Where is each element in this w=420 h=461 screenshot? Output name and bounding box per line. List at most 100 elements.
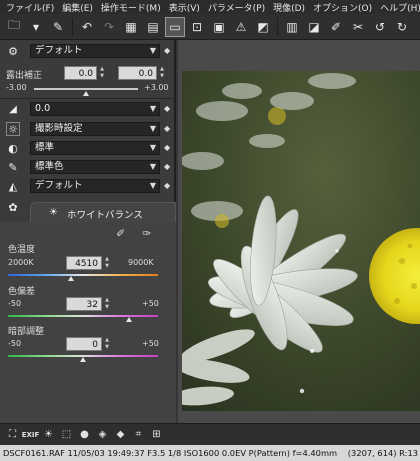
compare-icon[interactable]: ◪ [304,17,324,37]
exposure-slider-thumb[interactable] [83,91,89,96]
daisy-photo-image [182,71,420,411]
toolbar: 🗀 ▾ ✎ ↶ ↷ ▦ ▤ ▭ ⊡ ▣ ⚠ ◩ ▥ ◪ ✐ ✂ ↺ ↻ [0,14,420,40]
redo-icon[interactable]: ↷ [99,17,119,37]
shadow-input[interactable]: 0 [66,337,102,351]
crop-icon[interactable]: ⛶ [6,428,19,441]
color-temp-input[interactable]: 4510 [66,256,102,270]
rotate-left-icon[interactable]: ↺ [370,17,390,37]
white-balance-tab-label: ホワイトバランス [67,210,143,221]
menu-edit[interactable]: 編集(E) [58,1,97,14]
contrast-value: 0.0 [35,103,51,114]
tint-spin[interactable]: ▲ ▼ [104,297,110,311]
menu-option[interactable]: オプション(O) [309,1,376,14]
chevron-down-icon: ▼ [149,124,156,133]
diamond-icon[interactable]: ◆ [164,181,170,190]
diamond-icon[interactable]: ◆ [164,104,170,113]
tint-slider-thumb[interactable] [126,317,132,322]
menu-view[interactable]: 表示(V) [165,1,204,14]
list-view-icon[interactable]: ▤ [143,17,163,37]
preset-dropdown[interactable]: デフォルト ▼ [30,44,160,58]
picture-mode-dropdown[interactable]: 撮影時設定 ▼ [30,122,160,136]
tint-slider-track[interactable] [8,315,158,317]
contrast-dropdown[interactable]: 0.0 ▼ [30,102,160,116]
sun-icon[interactable]: ☼ [6,122,20,136]
diamond-icon[interactable]: ◆ [164,162,170,171]
eyedropper-icon[interactable]: ✎ [6,160,20,174]
sharpness-dropdown[interactable]: デフォルト ▼ [30,179,160,193]
shadow-max: +50 [142,339,159,348]
undo-icon[interactable]: ↶ [77,17,97,37]
tint-input[interactable]: 32 [66,297,102,311]
tone-icon[interactable]: ◐ [6,141,20,155]
picture-mode-row: ☼ 撮影時設定 ▼ ◆ [0,120,176,138]
expand-icon[interactable]: ⊞ [150,428,163,441]
chevron-down-icon: ▼ [149,162,156,171]
menu-parameter[interactable]: パラメータ(P) [204,1,269,14]
image-viewer[interactable] [178,40,420,423]
sharpness-icon[interactable]: ◭ [6,179,20,193]
sun-icon: ☀ [49,207,58,218]
color-temp-slider-track[interactable] [8,274,158,276]
menu-file[interactable]: ファイル(F) [2,1,58,14]
menu-bar: ファイル(F) 編集(E) 操作モード(M) 表示(V) パラメータ(P) 現像… [0,0,420,14]
photo-preview[interactable] [182,71,420,411]
histogram-icon[interactable]: ▥ [282,17,302,37]
warning-icon[interactable]: ⚠ [231,17,251,37]
eyedropper-icon[interactable]: ✐ [326,17,346,37]
tone-dropdown[interactable]: 標準 ▼ [30,141,160,155]
color-row: ✎ 標準色 ▼ ◆ [0,158,176,176]
fit-view-icon[interactable]: ⊡ [187,17,207,37]
contrast-icon[interactable]: ◢ [6,102,20,116]
wb-eyedropper-icon[interactable]: ✐ [116,227,125,240]
sticky-note-icon[interactable]: ✎ [48,17,68,37]
exposure-slider-track[interactable] [34,88,138,90]
menu-mode[interactable]: 操作モード(M) [97,1,165,14]
menu-help[interactable]: ヘルプ(H) [376,1,420,14]
brightness-icon[interactable]: ☀ [42,428,55,441]
tint-label: 色偏差 [8,287,36,297]
selection-icon[interactable]: ⬚ [60,428,73,441]
toolbar-separator [72,17,73,36]
shadow-slider-thumb[interactable] [80,357,86,362]
exposure-icon[interactable]: ◩ [253,17,273,37]
parameter-panel: ⚙ デフォルト ▼ ◆ 露出補正 0.0 ▲ ▼ 0.0 ▲ ▼ -3.00 +3.… [0,40,176,423]
single-view-icon[interactable]: ▭ [165,16,185,37]
contrast-row: ◢ 0.0 ▼ ◆ [0,100,176,118]
tint-min: -50 [8,299,22,308]
pin-icon[interactable]: ✂ [348,17,368,37]
shadow-spin[interactable]: ▲ ▼ [104,337,110,351]
paint-bucket-icon[interactable]: ◈ [96,428,109,441]
folder-open-icon[interactable]: ▾ [26,17,46,37]
exposure-input-2[interactable]: 0.0 [118,66,157,80]
diamond-icon[interactable]: ◆ [164,46,170,55]
tint-max: +50 [142,299,159,308]
color-temp-spin[interactable]: ▲ ▼ [104,256,110,270]
bottom-toolbar: ⛶ EXIF ☀ ⬚ ● ◈ ◆ ⌗ ⊞ [0,423,420,445]
color-temp-slider-thumb[interactable] [68,276,74,281]
tools-icon[interactable]: ✿ [6,200,20,214]
menu-develop[interactable]: 現像(D) [269,1,309,14]
exposure-spin-1[interactable]: ▲ ▼ [99,66,105,80]
gallery-icon[interactable]: ▣ [209,17,229,37]
color-dropdown[interactable]: 標準色 ▼ [30,160,160,174]
rotate-right-icon[interactable]: ↻ [392,17,412,37]
exif-icon[interactable]: EXIF [22,428,40,441]
tone-row: ◐ 標準 ▼ ◆ [0,139,176,157]
white-balance-tab[interactable]: ☀ ホワイトバランス [30,202,176,222]
transform-icon[interactable]: ⌗ [132,428,145,441]
sphere-icon[interactable]: ● [78,428,91,441]
toolbar-separator [277,17,278,36]
gear-icon[interactable]: ⚙ [6,44,20,58]
wb-auto-icon[interactable]: ✑ [142,227,151,240]
diamond-icon[interactable]: ◆ [164,143,170,152]
exposure-max: +3.00 [144,83,169,92]
diamond-icon[interactable]: ◆ [164,124,170,133]
chevron-down-icon: ▼ [149,143,156,152]
fill-icon[interactable]: ◆ [114,428,127,441]
preset-row: ⚙ デフォルト ▼ ◆ [0,42,176,60]
preset-value: デフォルト [35,45,83,56]
exposure-spin-2[interactable]: ▲ ▼ [159,66,165,80]
exposure-input-1[interactable]: 0.0 [64,66,97,80]
folder-icon[interactable]: 🗀 [4,17,24,37]
grid-view-icon[interactable]: ▦ [121,17,141,37]
